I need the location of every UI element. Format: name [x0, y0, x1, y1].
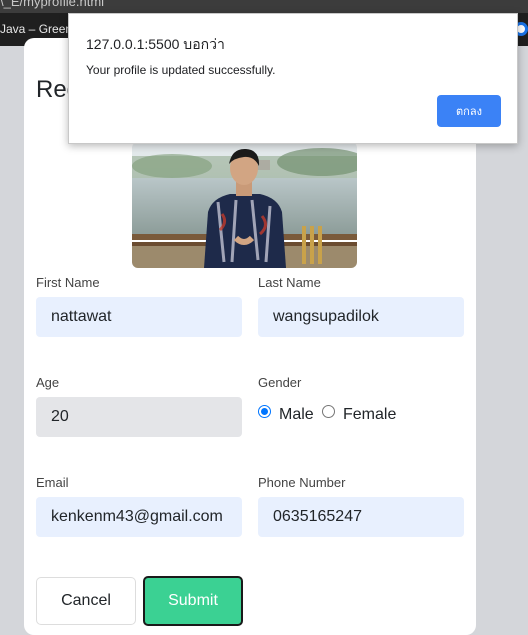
first-name-label: First Name — [36, 275, 100, 290]
bookmark-java[interactable]: Java – Green. — [0, 22, 75, 36]
phone-label: Phone Number — [258, 475, 346, 490]
profile-photo-image — [132, 142, 357, 268]
cancel-button[interactable]: Cancel — [36, 577, 136, 625]
submit-button[interactable]: Submit — [143, 576, 243, 626]
first-name-input[interactable] — [36, 297, 242, 337]
dialog-title: 127.0.0.1:5500 บอกว่า — [86, 36, 225, 52]
gender-label: Gender — [258, 375, 302, 390]
gender-male-option[interactable]: Male — [258, 404, 314, 424]
alert-dialog: 127.0.0.1:5500 บอกว่า Your profile is up… — [68, 13, 518, 144]
male-radio-label: Male — [279, 406, 314, 423]
age-label: Age — [36, 375, 60, 390]
gender-female-option[interactable]: Female — [322, 404, 397, 424]
age-input[interactable] — [36, 397, 242, 437]
email-input[interactable] — [36, 497, 242, 537]
female-radio-label: Female — [343, 406, 397, 423]
female-radio[interactable] — [322, 404, 335, 418]
dialog-ok-button[interactable]: ตกลง — [437, 95, 501, 127]
browser-titlebar: \_E/myprofile.html — [0, 0, 528, 13]
male-radio[interactable] — [258, 404, 271, 418]
last-name-input[interactable] — [258, 297, 464, 337]
profile-photo — [132, 142, 357, 268]
dialog-message: Your profile is updated successfully. — [86, 63, 276, 77]
phone-input[interactable] — [258, 497, 464, 537]
email-label: Email — [36, 475, 69, 490]
url-text: \_E/myprofile.html — [0, 0, 105, 9]
last-name-label: Last Name — [258, 275, 321, 290]
